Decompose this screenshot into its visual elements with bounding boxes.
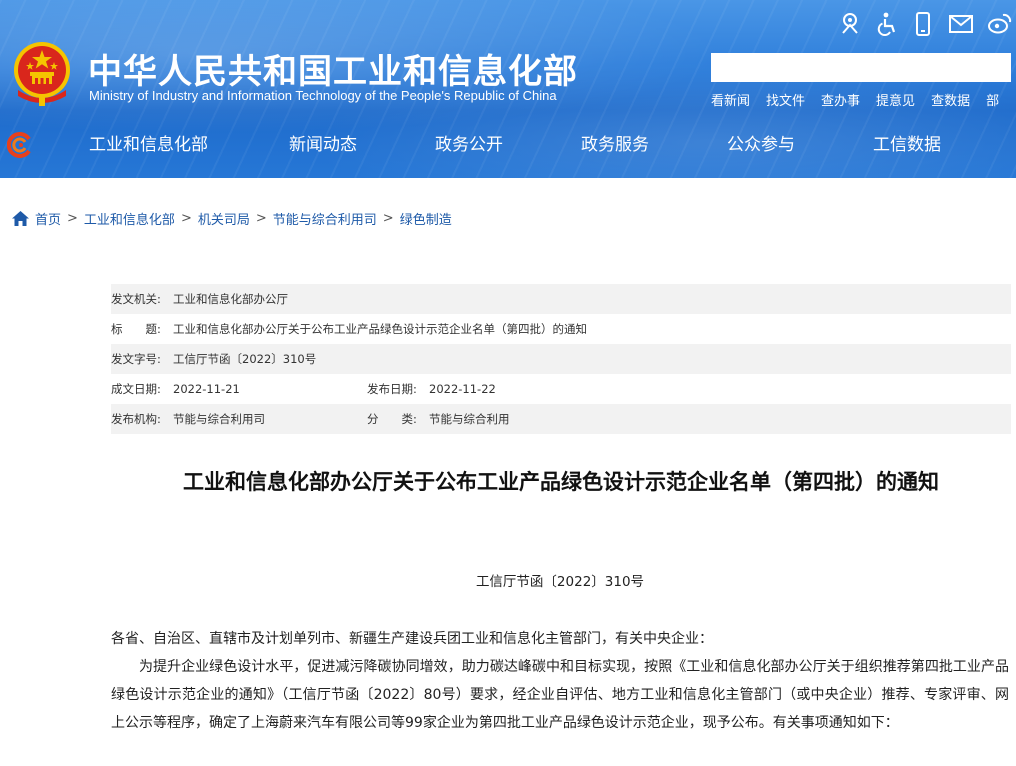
published-date-value: 2022-11-22 bbox=[429, 382, 496, 396]
meta-row-title: 标 题: 工业和信息化部办公厅关于公布工业产品绿色设计示范企业名单（第四批）的通… bbox=[111, 314, 1011, 344]
breadcrumb-separator: > bbox=[67, 210, 78, 226]
docno-label: 发文字号: bbox=[111, 352, 161, 366]
written-date-label: 成文日期: bbox=[111, 382, 161, 396]
elder-mode-icon[interactable] bbox=[834, 8, 866, 40]
breadcrumb-ministry[interactable]: 工业和信息化部 bbox=[84, 209, 175, 228]
meta-row-org: 发布机构: 节能与综合利用司 分 类: 节能与综合利用 bbox=[111, 404, 1011, 434]
site-title-en: Ministry of Industry and Information Tec… bbox=[89, 88, 557, 103]
accessibility-icon[interactable] bbox=[871, 8, 903, 40]
nav-item-gov-services[interactable]: 政务服务 bbox=[581, 128, 649, 162]
quick-links: 看新闻 找文件 查办事 提意见 查数据部 bbox=[711, 90, 1015, 109]
issuer-label: 发文机关: bbox=[111, 292, 161, 306]
breadcrumb-departments[interactable]: 机关司局 bbox=[198, 209, 250, 228]
article-paragraph: 为提升企业绿色设计水平，促进减污降碳协同增效，助力碳达峰碳中和目标实现，按照《工… bbox=[111, 659, 1009, 731]
docno-value: 工信厅节函〔2022〕310号 bbox=[173, 352, 317, 366]
breadcrumb-green-manufacturing[interactable]: 绿色制造 bbox=[400, 209, 452, 228]
category-label: 分 类: bbox=[367, 412, 417, 426]
org-value: 节能与综合利用司 bbox=[173, 412, 265, 426]
nav-item-data[interactable]: 工信数据 bbox=[873, 128, 941, 162]
breadcrumb-home[interactable]: 首页 bbox=[35, 209, 61, 228]
breadcrumb: 首页 > 工业和信息化部 > 机关司局 > 节能与综合利用司 > 绿色制造 bbox=[12, 208, 452, 228]
meta-row-dates: 成文日期: 2022-11-21 发布日期: 2022-11-22 bbox=[111, 374, 1011, 404]
quick-link-services[interactable]: 查办事 bbox=[821, 90, 860, 109]
article-doc-number: 工信厅节函〔2022〕310号 bbox=[475, 574, 645, 590]
meta-row-docno: 发文字号: 工信厅节函〔2022〕310号 bbox=[111, 344, 1011, 374]
title-label: 标 题: bbox=[111, 322, 161, 336]
breadcrumb-energy-dept[interactable]: 节能与综合利用司 bbox=[273, 209, 377, 228]
quick-link-data[interactable]: 查数据 bbox=[931, 90, 970, 109]
quick-link-news[interactable]: 看新闻 bbox=[711, 90, 750, 109]
site-title-cn: 中华人民共和国工业和信息化部 bbox=[88, 52, 578, 92]
breadcrumb-separator: > bbox=[180, 210, 192, 226]
nav-item-news[interactable]: 新闻动态 bbox=[289, 128, 357, 162]
breadcrumb-separator: > bbox=[255, 210, 267, 226]
mobile-icon[interactable] bbox=[907, 8, 939, 40]
quick-link-feedback[interactable]: 提意见 bbox=[876, 90, 915, 109]
quick-link-files[interactable]: 找文件 bbox=[766, 90, 805, 109]
nav-item-gov-affairs[interactable]: 政务公开 bbox=[435, 128, 503, 162]
breadcrumb-separator: > bbox=[382, 210, 394, 226]
quick-link-ministry[interactable]: 部 bbox=[986, 90, 999, 109]
category-value: 节能与综合利用 bbox=[429, 412, 510, 426]
national-emblem-icon[interactable] bbox=[10, 40, 74, 108]
written-date-value: 2022-11-21 bbox=[173, 382, 240, 396]
article-title: 工业和信息化部办公厅关于公布工业产品绿色设计示范企业名单（第四批）的通知 bbox=[183, 470, 939, 494]
article-body: 各省、自治区、直辖市及计划单列市、新疆生产建设兵团工业和信息化主管部门，有关中央… bbox=[111, 625, 1009, 737]
nav-item-ministry[interactable]: 工业和信息化部 bbox=[89, 128, 208, 162]
issuer-value: 工业和信息化部办公厅 bbox=[173, 292, 288, 306]
mail-icon[interactable] bbox=[945, 8, 977, 40]
meta-row-issuer: 发文机关: 工业和信息化部办公厅 bbox=[111, 284, 1011, 314]
published-date-label: 发布日期: bbox=[367, 382, 417, 396]
search-input[interactable] bbox=[711, 53, 1011, 82]
article-salutation: 各省、自治区、直辖市及计划单列市、新疆生产建设兵团工业和信息化主管部门，有关中央… bbox=[111, 631, 713, 647]
site-header: 中华人民共和国工业和信息化部 Ministry of Industry and … bbox=[0, 0, 1016, 178]
nav-item-participation[interactable]: 公众参与 bbox=[727, 128, 795, 162]
main-nav: 工业和信息化部 新闻动态 政务公开 政务服务 公众参与 工信数据 bbox=[0, 128, 1016, 162]
title-value: 工业和信息化部办公厅关于公布工业产品绿色设计示范企业名单（第四批）的通知 bbox=[173, 322, 587, 336]
home-icon bbox=[12, 210, 29, 226]
org-label: 发布机构: bbox=[111, 412, 161, 426]
document-meta-table: 发文机关: 工业和信息化部办公厅 标 题: 工业和信息化部办公厅关于公布工业产品… bbox=[111, 284, 1011, 434]
weibo-icon[interactable] bbox=[984, 8, 1016, 40]
